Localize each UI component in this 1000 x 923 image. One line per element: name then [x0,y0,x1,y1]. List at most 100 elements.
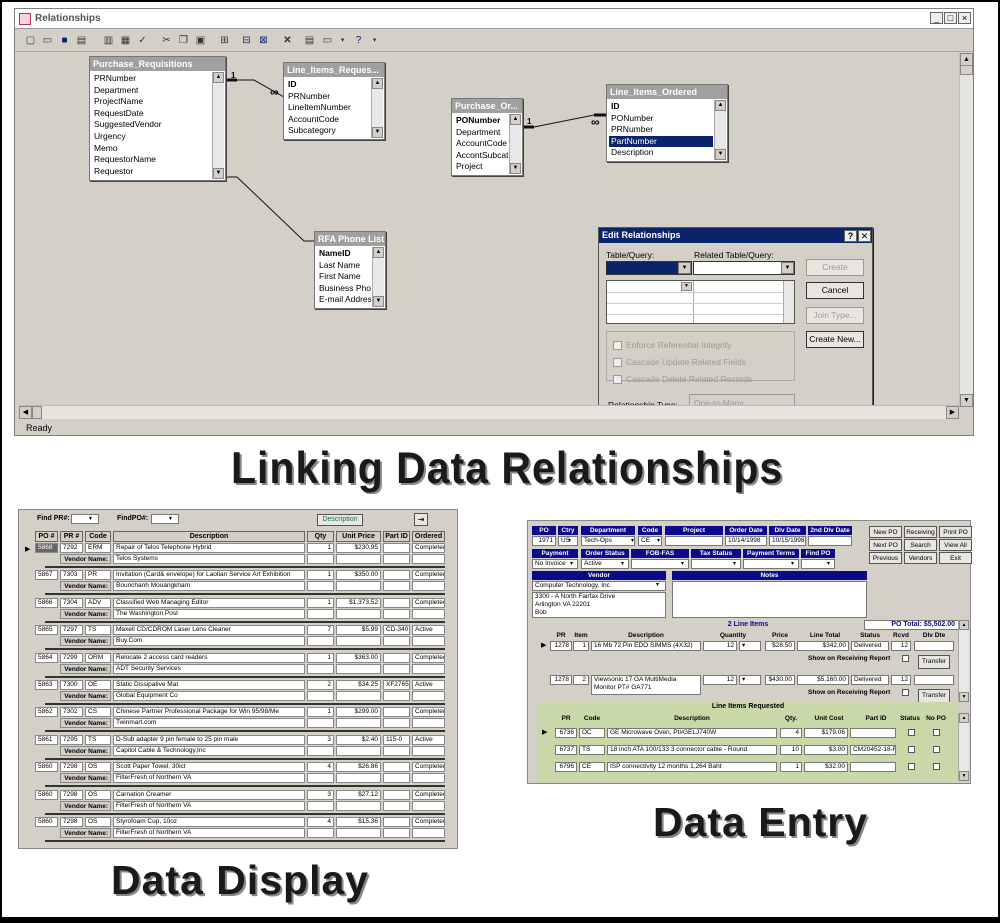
table-field[interactable]: Description [609,147,713,159]
dropdown-arrow-icon[interactable]: ▾ [681,560,684,567]
dialog-help-icon[interactable]: ? [844,230,857,242]
pr-cell[interactable]: 7303 [60,570,83,581]
scroll-down-icon[interactable]: ▼ [510,163,521,174]
unit-price-cell[interactable]: $26.86 [336,762,381,773]
line-items-scrollbar[interactable]: ▲ ▼ [958,620,969,702]
code-cell[interactable]: OC [579,728,605,738]
description-cell[interactable]: Carnation Creamer [113,789,305,800]
no-po-checkbox[interactable] [933,763,940,770]
print-preview-icon[interactable]: ▤ [74,33,89,48]
ordered-cell[interactable]: Completed [412,789,445,800]
new-icon[interactable]: ▢ [23,33,38,48]
unit-price-cell[interactable]: $27.12 [336,789,381,800]
scroll-down-icon[interactable]: ▼ [372,127,383,138]
code-cell[interactable]: TS [85,734,111,745]
description-button[interactable]: Description [317,514,363,526]
unit-price-cell[interactable]: $230.95 [336,543,381,553]
table-field[interactable]: PONumber [454,115,508,127]
description-cell[interactable]: Scott Paper Towel, 30ict [113,762,305,773]
database-window-icon[interactable]: ▤ [302,33,317,48]
dropdown-arrow-icon[interactable]: ▾ [631,537,634,544]
pr-cell[interactable]: 7292 [60,543,83,553]
table-row[interactable]: 5860 7298 OS Scott Paper Towel, 30ict 4 $26.8… [19,761,457,788]
grid-dropdown-icon[interactable]: ▼ [681,282,692,291]
table-field[interactable]: Last Name [317,260,371,272]
vendor-name-cell[interactable]: ADT Security Services [113,663,305,674]
scroll-down-icon[interactable]: ▼ [213,168,224,179]
scroll-up-icon[interactable]: ▲ [715,100,726,111]
code-cell[interactable]: PR [85,570,111,581]
unit-price-cell[interactable]: $2.40 [336,734,381,745]
scroll-up-icon[interactable]: ▲ [959,713,969,723]
close-icon[interactable]: × [958,12,971,24]
part-id-cell[interactable] [383,817,410,827]
code-cell[interactable]: ORM [85,652,111,663]
nav-button[interactable]: Receiving [904,526,937,538]
find-po-select[interactable] [151,514,179,524]
unit-price-cell[interactable]: $15.36 [336,817,381,827]
table-field[interactable]: Department [92,85,211,97]
description-cell[interactable]: Styrofoam Cup, 10oz [113,817,305,827]
table-title[interactable]: Purchase_Or... [452,99,522,113]
nav-button[interactable]: New PO [869,526,902,538]
transfer-button[interactable]: Transfer [918,689,950,703]
po-field[interactable]: 1971 [532,536,556,546]
cancel-button[interactable]: Cancel [806,282,864,299]
description-cell[interactable]: 18 inch ATA 100/133 3 connector cable - … [607,745,777,755]
po-cell[interactable]: 5860 [35,762,58,773]
second-dlv-date-field[interactable] [808,536,852,546]
show-receiving-checkbox[interactable] [902,655,909,662]
qty-cell[interactable]: 1 [307,543,334,553]
spelling-icon[interactable]: ✓ [135,33,150,48]
table-field[interactable]: PartNumber [609,135,713,148]
show-table-icon[interactable]: ⊞ [217,33,232,48]
table-line-items-ordered[interactable]: Line_Items_Ordered ID PONumber PRNumber Par… [606,84,728,162]
description-cell[interactable]: Relocate 2 access card readers [113,652,305,663]
code-cell[interactable]: CS [85,707,111,718]
qty-cell[interactable]: 1 [307,652,334,663]
field-scrollbar[interactable]: ▲ ▼ [212,72,224,179]
code-cell[interactable]: OE [85,680,111,690]
table-select-arrow-icon[interactable]: ▼ [678,262,691,274]
find-pr-arrow-icon[interactable]: ▾ [89,515,92,522]
pr-cell[interactable]: 7298 [60,817,83,827]
horizontal-scrollbar[interactable]: ◀ ▶ [19,405,959,419]
ordered-cell[interactable]: Completed [412,597,445,608]
quantity-select[interactable]: ▾ [739,641,761,651]
pr-cell[interactable]: 6737 [555,745,577,755]
qty-cell[interactable]: 1 [307,707,334,718]
grid-scrollbar[interactable] [783,281,794,323]
table-title[interactable]: RFA Phone List [315,232,385,246]
show-receiving-checkbox[interactable] [902,689,909,696]
table-row[interactable]: 5868 7292 ERM Repair of Telos Telephone Hyb… [19,542,457,569]
table-row[interactable]: 5860 7298 OS Carnation Creamer 3 $27.12 Comple… [19,789,457,816]
vendor-name-cell[interactable]: The Washington Post [113,608,305,619]
copy-icon[interactable]: ❐ [176,33,191,48]
dropdown-arrow-icon[interactable]: ▾ [827,560,830,567]
cascade-delete-checkbox[interactable] [613,375,622,384]
qty-cell[interactable]: 2 [307,680,334,690]
scroll-down-icon[interactable]: ▼ [715,149,726,160]
table-line-items-requested[interactable]: Line_Items_Reques... ID PRNumber LineItemN… [283,62,385,140]
order-date-field[interactable]: 10/14/1998 [725,536,767,546]
no-po-checkbox[interactable] [933,729,940,736]
po-cell[interactable]: 5867 [35,570,58,581]
part-id-cell[interactable] [383,762,410,773]
ordered-cell[interactable]: Completed [412,817,445,827]
pr-cell[interactable]: 7297 [60,625,83,636]
dropdown-arrow-icon[interactable]: ▾ [568,537,571,544]
unit-price-cell[interactable]: $34.25 [336,680,381,690]
preview-icon[interactable]: ▦ [118,33,133,48]
vendor-name-cell[interactable]: Bounchanh Mouangkham [113,581,305,592]
table-title[interactable]: Line_Items_Reques... [284,63,384,77]
unit-price-cell[interactable]: $1,373.52 [336,597,381,608]
enforce-integrity-checkbox[interactable] [613,341,622,350]
quantity-cell[interactable]: 12 [703,675,737,685]
table-row[interactable]: 5863 7300 OE Static Dissipative Mat 2 $34.25 X… [19,679,457,706]
related-query-select[interactable] [693,261,795,275]
dropdown-arrow-icon[interactable]: ▾ [733,560,736,567]
status-checkbox[interactable] [908,763,915,770]
unit-cost-cell[interactable]: $179.06 [804,728,848,738]
dlv-date-field[interactable]: 10/15/1998 [769,536,806,546]
join-type-button[interactable]: Join Type... [806,307,864,324]
